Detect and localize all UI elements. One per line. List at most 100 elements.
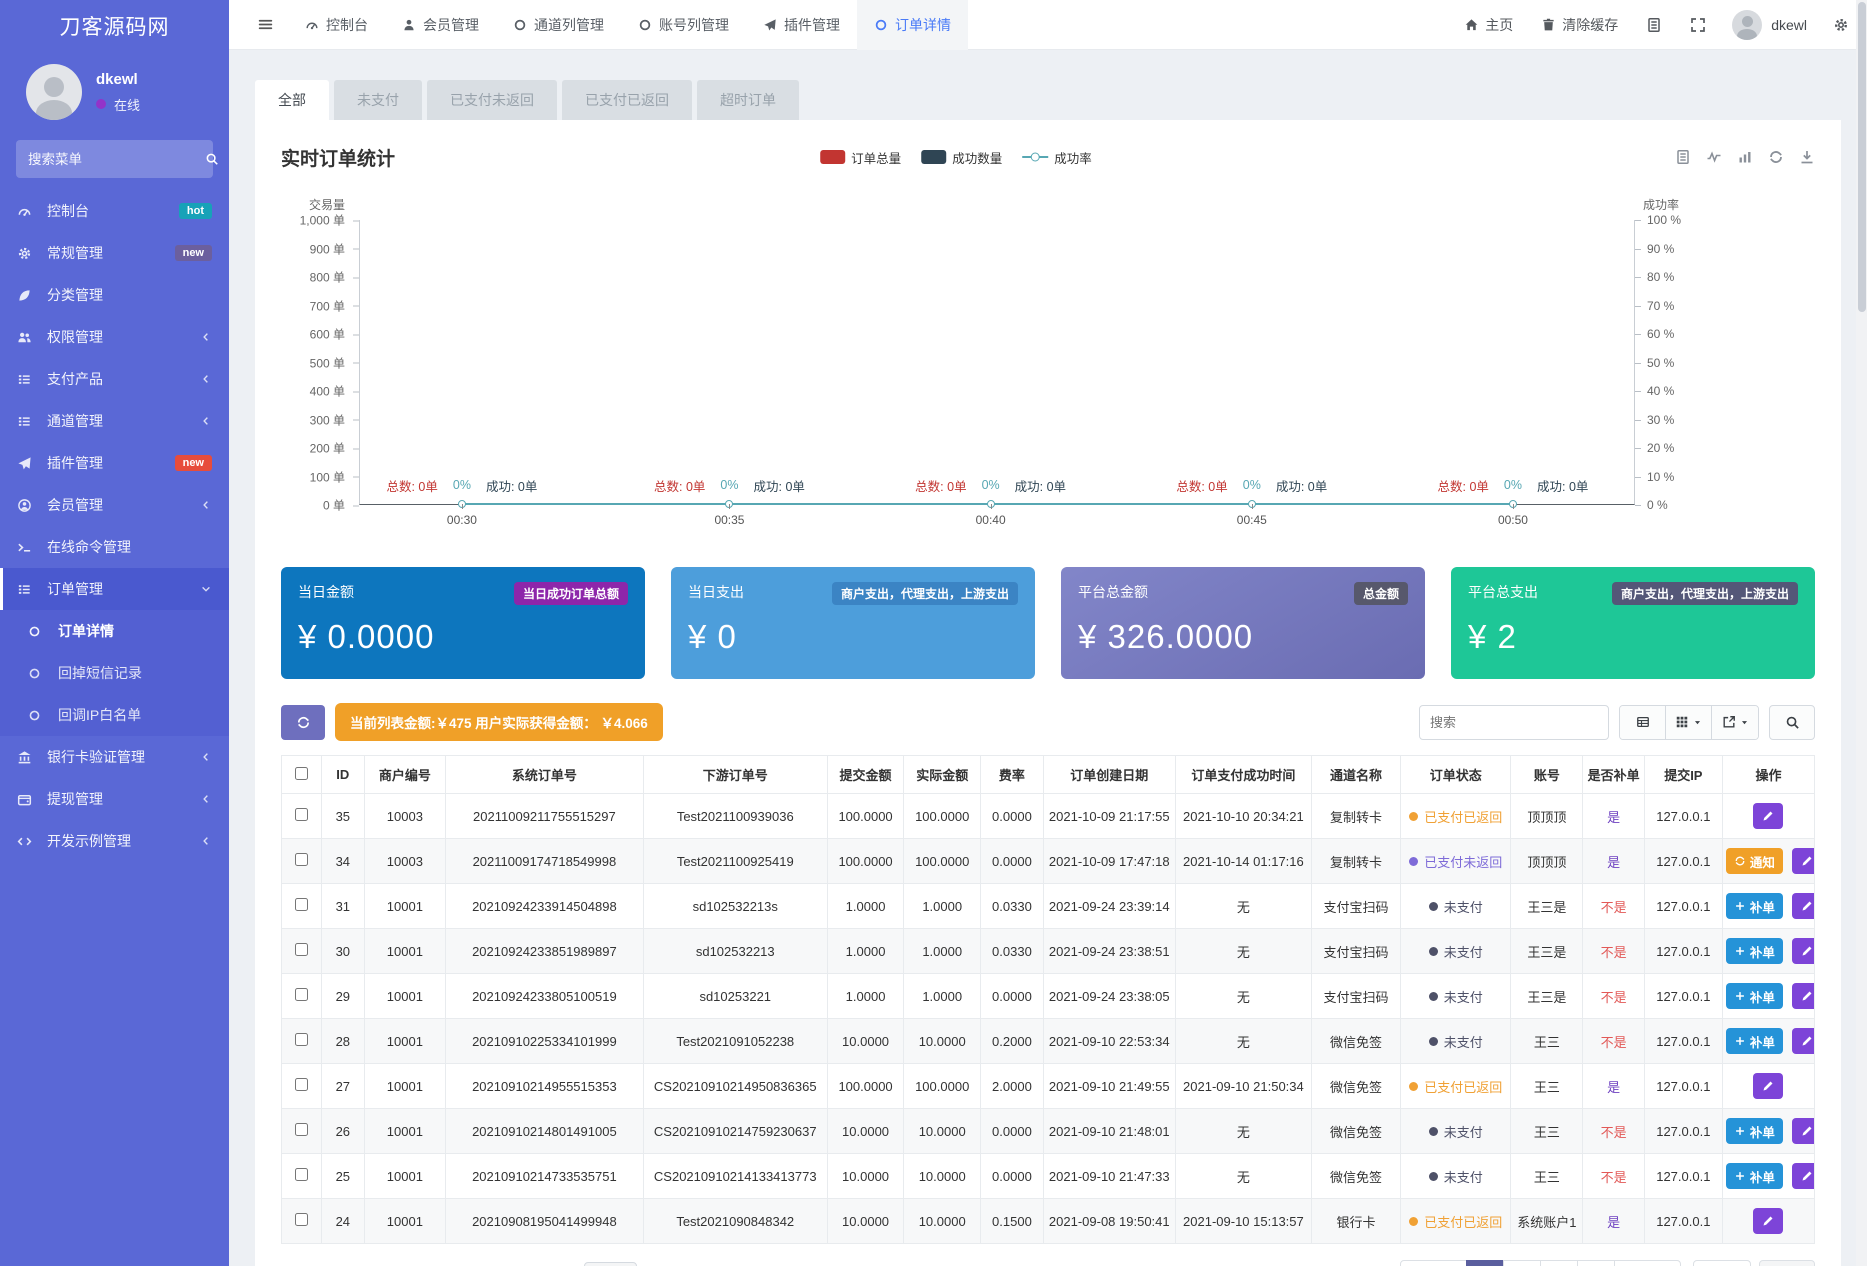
supplement-button[interactable]: 补单 <box>1726 1028 1783 1054</box>
search-button[interactable] <box>1769 705 1815 740</box>
topnav-plugin[interactable]: 插件管理 <box>746 0 857 50</box>
menu-toggle-icon[interactable] <box>243 16 288 33</box>
row-checkbox[interactable] <box>295 1123 308 1136</box>
row-checkbox[interactable] <box>295 988 308 1001</box>
scrollbar[interactable] <box>1856 0 1867 1266</box>
row-checkbox[interactable] <box>295 1033 308 1046</box>
row-checkbox[interactable] <box>295 853 308 866</box>
select-all-checkbox[interactable] <box>295 767 308 780</box>
sidebar-item-withdraw[interactable]: 提现管理 <box>0 778 229 820</box>
topnav-order-detail[interactable]: 订单详情 <box>857 0 968 50</box>
page-2[interactable]: 2 <box>1503 1260 1541 1266</box>
supplement-button[interactable]: 补单 <box>1726 983 1783 1009</box>
tab-all[interactable]: 全部 <box>255 80 329 120</box>
settings-button[interactable] <box>1821 0 1861 50</box>
log-button[interactable] <box>1634 0 1674 50</box>
bar-chart-icon[interactable] <box>1737 149 1753 165</box>
sidebar-item-member[interactable]: 会员管理 <box>0 484 229 526</box>
edit-button[interactable] <box>1792 1028 1815 1054</box>
edit-button[interactable] <box>1792 893 1815 919</box>
row-checkbox[interactable] <box>295 1168 308 1181</box>
sidebar-item-pay-product[interactable]: 支付产品 <box>0 358 229 400</box>
toggle-view-button[interactable] <box>1620 706 1666 739</box>
jump-page-input[interactable] <box>1693 1260 1751 1266</box>
export-button[interactable] <box>1712 706 1758 739</box>
page-3[interactable]: 3 <box>1540 1260 1578 1266</box>
sidebar-item-order-management[interactable]: 订单管理 <box>0 568 229 610</box>
edit-button[interactable] <box>1753 1208 1783 1234</box>
tab-paid-returned[interactable]: 已支付已返回 <box>562 80 692 120</box>
notify-button[interactable]: 通知 <box>1726 848 1783 874</box>
topnav-channel-list[interactable]: 通道列管理 <box>496 0 621 50</box>
order-chart: 交易量 成功率 1,000 单 900 单 800 单 700 单 600 单 … <box>281 196 1705 539</box>
refresh-button[interactable] <box>281 705 325 740</box>
supplement-flag: 不是 <box>1601 900 1627 915</box>
row-checkbox[interactable] <box>295 1213 308 1226</box>
cell-downstream-order-no: CS20210910214759230637 <box>643 1109 827 1154</box>
table-search-input[interactable] <box>1419 705 1609 740</box>
sidebar-item-console[interactable]: 控制台hot <box>0 190 229 232</box>
data-view-icon[interactable] <box>1675 149 1691 165</box>
sidebar-item-general[interactable]: 常规管理new <box>0 232 229 274</box>
cell-account: 王三 <box>1511 1064 1583 1109</box>
search-icon[interactable] <box>205 152 219 166</box>
row-checkbox[interactable] <box>295 1078 308 1091</box>
topnav-console[interactable]: 控制台 <box>288 0 385 50</box>
edit-button[interactable] <box>1792 1163 1815 1189</box>
scrollbar-thumb[interactable] <box>1858 2 1866 312</box>
edit-button[interactable] <box>1792 1118 1815 1144</box>
sidebar-item-dev-example[interactable]: 开发示例管理 <box>0 820 229 862</box>
supplement-button[interactable]: 补单 <box>1726 893 1783 919</box>
page-size-select[interactable]: 10 <box>584 1262 636 1266</box>
sidebar-item-sms-record[interactable]: 回掉短信记录 <box>0 652 229 694</box>
sidebar-item-channel[interactable]: 通道管理 <box>0 400 229 442</box>
row-checkbox[interactable] <box>295 808 308 821</box>
jump-button[interactable]: 跳转 <box>1759 1260 1815 1266</box>
download-icon[interactable] <box>1799 149 1815 165</box>
legend-success-count[interactable]: 成功数量 <box>921 148 1002 167</box>
legend-success-rate[interactable]: 成功率 <box>1022 148 1092 167</box>
topnav-member[interactable]: 会员管理 <box>385 0 496 50</box>
fullscreen-button[interactable] <box>1678 0 1718 50</box>
legend-order-total[interactable]: 订单总量 <box>820 148 901 167</box>
tab-paid-not-returned[interactable]: 已支付未返回 <box>427 80 557 120</box>
supplement-button[interactable]: 补单 <box>1726 938 1783 964</box>
edit-button[interactable] <box>1753 803 1783 829</box>
row-checkbox[interactable] <box>295 943 308 956</box>
y-axis-left: 1,000 单 900 单 800 单 700 单 600 单 500 单 40… <box>281 220 359 505</box>
line-chart-icon[interactable] <box>1706 149 1722 165</box>
sidebar-item-order-detail[interactable]: 订单详情 <box>0 610 229 652</box>
sidebar-item-permission[interactable]: 权限管理 <box>0 316 229 358</box>
cell-id: 29 <box>321 974 364 1019</box>
chart-plot-area: 总数: 0单0%成功: 0单 总数: 0单0%成功: 0单 总数: 0单0%成功… <box>359 220 1635 505</box>
supplement-button[interactable]: 补单 <box>1726 1163 1783 1189</box>
tab-unpaid[interactable]: 未支付 <box>334 80 422 120</box>
next-page-button[interactable]: 下一页 <box>1614 1260 1681 1266</box>
edit-button[interactable] <box>1792 983 1815 1009</box>
topnav-account-list[interactable]: 账号列管理 <box>621 0 746 50</box>
edit-button[interactable] <box>1792 848 1815 874</box>
user-profile: dkewl 在线 <box>0 56 229 136</box>
columns-button[interactable] <box>1666 706 1712 739</box>
code-icon <box>17 834 34 849</box>
tab-timeout[interactable]: 超时订单 <box>697 80 799 120</box>
user-menu[interactable]: dkewl <box>1722 0 1817 50</box>
page-1[interactable]: 1 <box>1466 1260 1504 1266</box>
row-checkbox[interactable] <box>295 898 308 911</box>
sidebar-search-input[interactable] <box>28 152 205 167</box>
sidebar-item-callback-whitelist[interactable]: 回调IP白名单 <box>0 694 229 736</box>
home-link[interactable]: 主页 <box>1452 0 1525 50</box>
prev-page-button[interactable]: 上一页 <box>1400 1260 1467 1266</box>
sidebar-item-command[interactable]: 在线命令管理 <box>0 526 229 568</box>
clear-cache-link[interactable]: 清除缓存 <box>1529 0 1630 50</box>
restore-icon[interactable] <box>1768 149 1784 165</box>
supplement-button[interactable]: 补单 <box>1726 1118 1783 1144</box>
edit-button[interactable] <box>1753 1073 1783 1099</box>
page-4[interactable]: 4 <box>1577 1260 1615 1266</box>
cell-rate: 0.0000 <box>981 839 1044 884</box>
sidebar-item-category[interactable]: 分类管理 <box>0 274 229 316</box>
sidebar-item-plugin[interactable]: 插件管理new <box>0 442 229 484</box>
cell-id: 34 <box>321 839 364 884</box>
sidebar-item-bankcard[interactable]: 银行卡验证管理 <box>0 736 229 778</box>
edit-button[interactable] <box>1792 938 1815 964</box>
